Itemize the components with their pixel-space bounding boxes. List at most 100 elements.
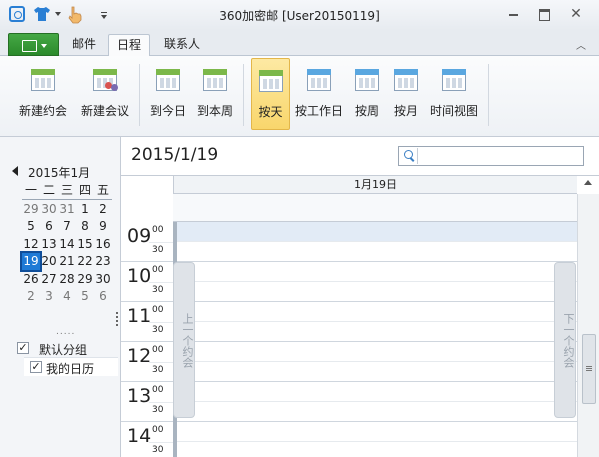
view-by-week-button[interactable]: 按周	[348, 58, 386, 130]
mini-calendar-day[interactable]: 14	[58, 236, 76, 253]
tab-schedule[interactable]: 日程	[108, 34, 150, 57]
collapse-ribbon-icon[interactable]: ︿	[576, 37, 586, 52]
all-day-area[interactable]	[173, 194, 577, 222]
time-slot[interactable]	[173, 302, 577, 322]
weekday-label: 四	[78, 183, 91, 197]
mini-calendar-day[interactable]: 30	[40, 201, 58, 218]
view-by-day-button[interactable]: 按天	[251, 58, 290, 130]
app-menu-button[interactable]	[8, 33, 59, 56]
mini-calendar-day[interactable]: 5	[22, 218, 40, 235]
mini-calendar-day[interactable]: 5	[76, 288, 94, 305]
search-icon[interactable]	[401, 148, 418, 164]
hour-block: 13 00 30	[121, 382, 173, 422]
date-title: 2015/1/19	[131, 145, 219, 165]
hour-block: 09 00 30	[121, 222, 173, 262]
mini-calendar-day[interactable]: 22	[76, 253, 94, 270]
mini-calendar-day[interactable]: 21	[58, 253, 76, 270]
time-slot[interactable]	[173, 322, 577, 342]
weekday-label: 一	[24, 183, 37, 197]
mini-calendar-day[interactable]: 3	[40, 288, 58, 305]
day-column-header[interactable]: 1月19日	[173, 176, 577, 194]
time-slot[interactable]	[173, 382, 577, 402]
minimize-icon[interactable]	[505, 6, 523, 22]
mini-calendar-day[interactable]: 6	[40, 218, 58, 235]
scrollbar-thumb[interactable]	[582, 334, 596, 404]
mini-calendar-day[interactable]: 16	[94, 236, 112, 253]
time-slot[interactable]	[173, 422, 577, 442]
time-slot[interactable]	[173, 262, 577, 282]
new-appointment-button[interactable]: 新建约会	[12, 58, 74, 130]
calendar-month-icon	[394, 69, 418, 91]
view-by-work-week-label: 按工作日	[294, 104, 343, 118]
mini-calendar-day[interactable]: 2	[94, 201, 112, 218]
mini-calendar-day[interactable]: 29	[22, 201, 40, 218]
title-bar: 360加密邮 [User20150119] ✕	[0, 0, 599, 30]
time-slot[interactable]	[173, 342, 577, 362]
time-ruler: 09 00 30 10 00 30 11 00 30 12 00 30 13 0…	[121, 222, 173, 457]
time-slot[interactable]	[173, 222, 577, 242]
mini-calendar-day[interactable]: 13	[40, 236, 58, 253]
time-slot[interactable]	[173, 442, 577, 457]
mini-calendar-day[interactable]: 27	[40, 271, 58, 288]
calendar-checkbox[interactable]: ✓	[30, 361, 42, 373]
hour-label: 11	[127, 305, 152, 327]
mini-calendar-day[interactable]: 30	[94, 271, 112, 288]
time-slot-grid[interactable]	[173, 222, 577, 457]
new-meeting-button[interactable]: 新建会议	[74, 58, 136, 130]
mini-calendar-day[interactable]: 26	[22, 271, 40, 288]
vertical-scrollbar[interactable]	[577, 180, 599, 457]
mini-calendar-day[interactable]: 23	[94, 253, 112, 270]
mini-calendar-day[interactable]: 8	[76, 218, 94, 235]
tab-contacts[interactable]: 联系人	[156, 34, 208, 56]
half-hour-divider	[149, 242, 173, 243]
calendar-label: 我的日历	[46, 362, 95, 376]
mini-calendar-day[interactable]: 12	[22, 236, 40, 253]
mini-calendar-day[interactable]: 20	[40, 253, 58, 270]
mini-calendar-day[interactable]: 4	[58, 288, 76, 305]
minute-label: 30	[152, 445, 164, 455]
time-slot[interactable]	[173, 242, 577, 262]
hour-label: 13	[127, 385, 152, 407]
mini-calendar-header: 2015年1月	[8, 162, 118, 180]
people-icon	[105, 82, 119, 94]
hour-block: 12 00 30	[121, 342, 173, 382]
search-input[interactable]	[419, 147, 583, 165]
next-appointment-button[interactable]: 下一个约会	[554, 262, 576, 418]
mini-calendar-day[interactable]: 28	[58, 271, 76, 288]
mini-calendar-day[interactable]: 6	[94, 288, 112, 305]
pane-splitter-vertical[interactable]	[115, 312, 119, 326]
go-this-week-button[interactable]: 到本周	[192, 58, 238, 130]
mini-calendar-day[interactable]: 7	[58, 218, 76, 235]
group-checkbox[interactable]: ✓	[17, 342, 29, 354]
minute-label: 30	[152, 285, 164, 295]
timeline-icon	[442, 69, 466, 91]
time-slot[interactable]	[173, 402, 577, 422]
time-slot[interactable]	[173, 282, 577, 302]
mini-calendar-day[interactable]: 1	[76, 201, 94, 218]
mini-calendar-day[interactable]: 9	[94, 218, 112, 235]
go-today-button[interactable]: 到今日	[145, 58, 191, 130]
timeline-view-button[interactable]: 时间视图	[428, 58, 480, 130]
mini-calendar-day[interactable]: 15	[76, 236, 94, 253]
hour-label: 14	[127, 425, 152, 447]
time-slot[interactable]	[173, 362, 577, 382]
calendar-item-my-calendar[interactable]: ✓ 我的日历	[24, 357, 118, 376]
prev-month-icon[interactable]	[12, 166, 18, 176]
minute-label: 30	[152, 245, 164, 255]
view-by-month-button[interactable]: 按月	[387, 58, 425, 130]
mini-calendar-day[interactable]: 2	[22, 288, 40, 305]
previous-appointment-button[interactable]: 上一个约会	[173, 262, 195, 418]
mini-calendar-day[interactable]: 31	[58, 201, 76, 218]
hour-label: 12	[127, 345, 152, 367]
hour-block: 11 00 30	[121, 302, 173, 342]
tab-mail[interactable]: 邮件	[64, 34, 104, 56]
close-icon[interactable]: ✕	[567, 6, 585, 22]
restore-icon[interactable]	[535, 6, 553, 22]
pane-splitter-horizontal[interactable]: .....	[56, 327, 75, 337]
minute-label: 00	[152, 225, 164, 235]
mini-calendar-day[interactable]: 29	[76, 271, 94, 288]
scroll-up-icon[interactable]	[584, 180, 592, 185]
search-box	[398, 146, 584, 166]
mini-calendar-selected-day[interactable]: 19	[20, 251, 42, 272]
view-by-work-week-button[interactable]: 按工作日	[293, 58, 345, 130]
